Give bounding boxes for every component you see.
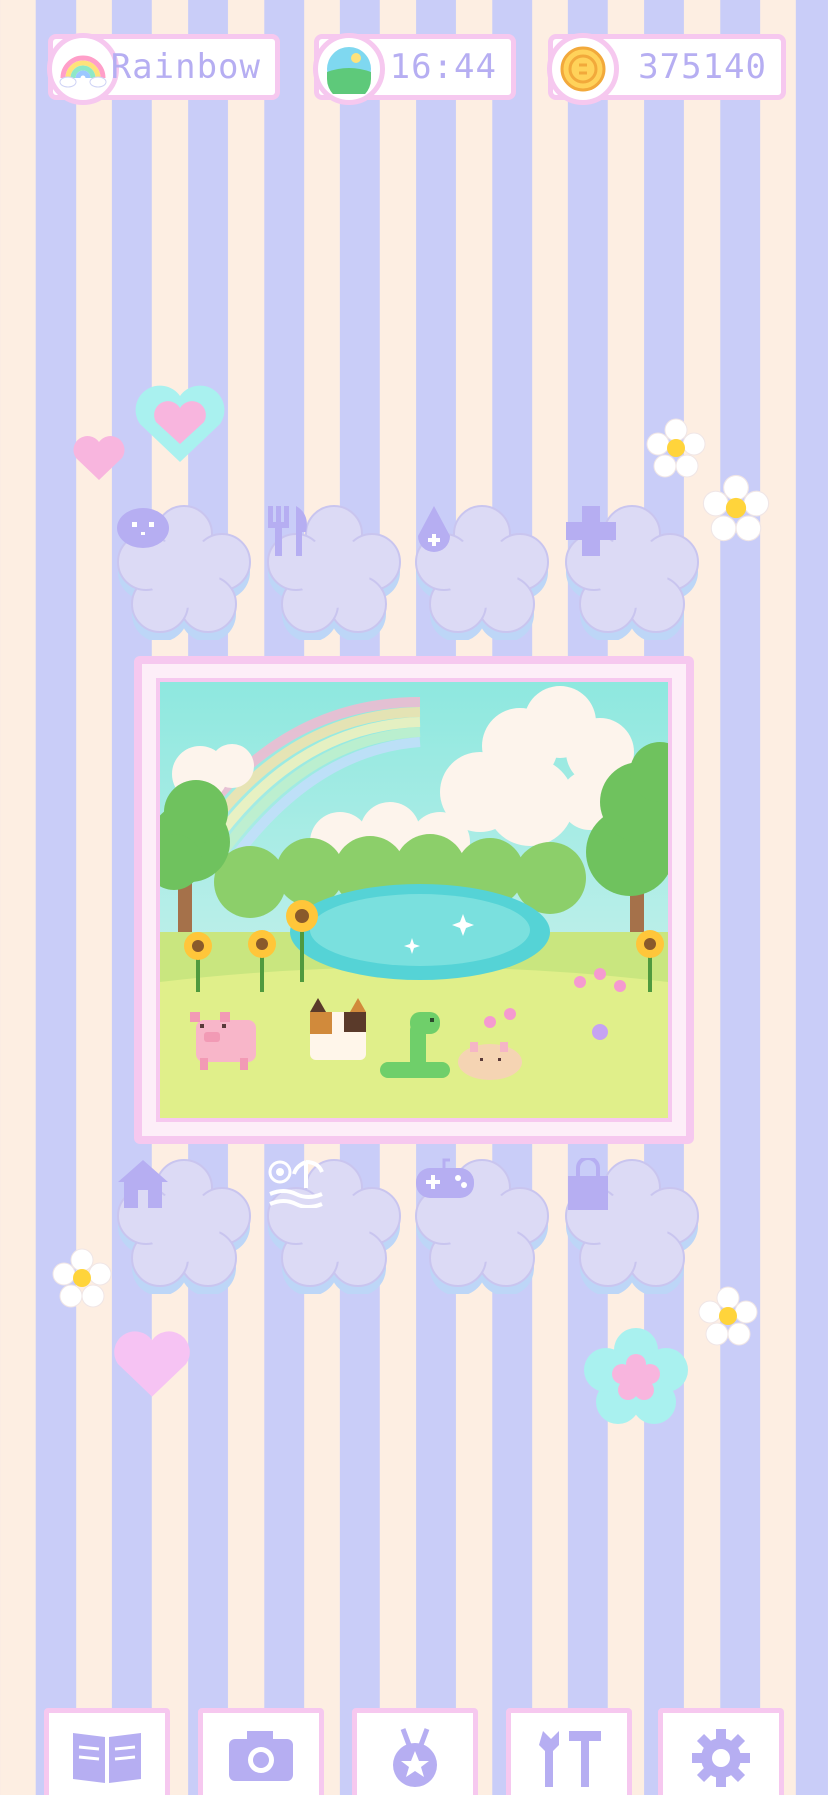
coins-pill: 375140 bbox=[547, 33, 786, 105]
garden-scene[interactable] bbox=[156, 678, 672, 1122]
daisy-decoration-icon bbox=[52, 1248, 112, 1308]
feed-action-button[interactable] bbox=[266, 504, 402, 640]
daisy-decoration-icon bbox=[646, 418, 706, 478]
time-pill: 16:44 bbox=[313, 33, 516, 105]
settings-gear-icon bbox=[692, 1729, 750, 1787]
weather-pill[interactable]: Rainbow bbox=[47, 33, 280, 105]
beach-icon bbox=[268, 1160, 324, 1208]
play-action-button[interactable] bbox=[414, 1158, 550, 1294]
flower-decoration-icon bbox=[584, 1328, 688, 1424]
pet-scene-frame bbox=[134, 656, 694, 1144]
medal-icon bbox=[393, 1728, 437, 1787]
camera-icon bbox=[229, 1731, 293, 1781]
book-icon bbox=[73, 1733, 141, 1783]
weather-label: Rainbow bbox=[110, 47, 261, 87]
nav-medal-button[interactable] bbox=[352, 1708, 478, 1795]
daisy-decoration-icon bbox=[702, 474, 770, 542]
plus-icon bbox=[566, 506, 616, 556]
fork-knife-icon bbox=[268, 506, 307, 556]
water-action-button[interactable] bbox=[414, 504, 550, 640]
coins-label: 375140 bbox=[638, 47, 767, 87]
house-icon bbox=[118, 1160, 168, 1208]
heart-outline-decoration-icon bbox=[135, 385, 225, 462]
pet-face-icon bbox=[117, 508, 169, 548]
landscape-icon bbox=[313, 33, 385, 105]
outing-action-button[interactable] bbox=[266, 1158, 402, 1294]
nav-settings-button[interactable] bbox=[658, 1708, 784, 1795]
daisy-decoration-icon bbox=[698, 1286, 758, 1346]
nav-camera-button[interactable] bbox=[198, 1708, 324, 1795]
coin-icon bbox=[547, 33, 619, 105]
water-drop-icon bbox=[418, 506, 450, 552]
small-heart-decoration-icon bbox=[73, 435, 125, 480]
rainbow-icon bbox=[47, 33, 119, 105]
shop-action-button[interactable] bbox=[564, 1158, 700, 1294]
pet-action-button[interactable] bbox=[116, 504, 252, 640]
shopping-bag-icon bbox=[568, 1158, 608, 1210]
time-label: 16:44 bbox=[389, 47, 497, 87]
home-action-button[interactable] bbox=[116, 1158, 252, 1294]
nav-book-button[interactable] bbox=[44, 1708, 170, 1795]
nav-tools-button[interactable] bbox=[506, 1708, 632, 1795]
gamepad-icon bbox=[416, 1158, 474, 1198]
tools-icon bbox=[539, 1731, 601, 1787]
health-action-button[interactable] bbox=[564, 504, 700, 640]
heart-decoration-icon bbox=[114, 1331, 190, 1397]
